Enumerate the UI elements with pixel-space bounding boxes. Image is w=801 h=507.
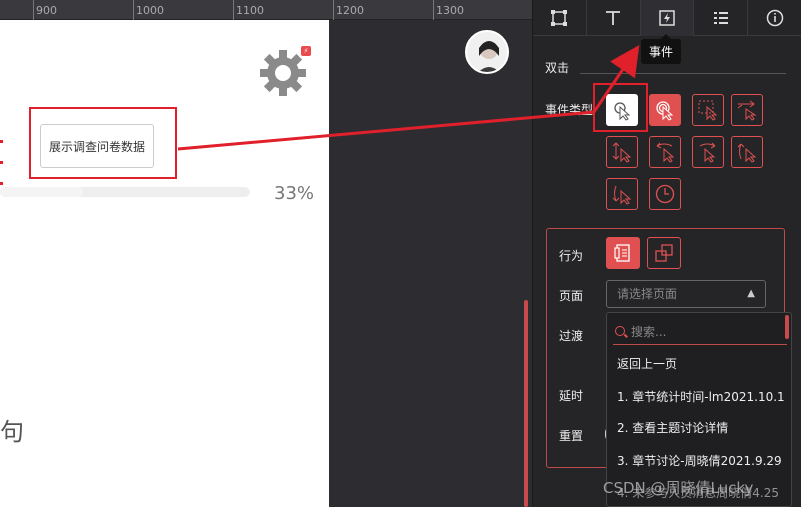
tab-text[interactable] (587, 0, 641, 36)
panel-tabs (533, 0, 801, 36)
swipe-left-icon (656, 142, 675, 163)
delay-label: 延时 (559, 389, 584, 403)
watermark: CSDN @周晓倩Lucky (603, 479, 754, 497)
swipe-right-icon (699, 142, 716, 163)
progress-fill (0, 187, 83, 197)
popup-icon (655, 244, 673, 262)
page-select[interactable]: 请选择页面 ▲ (606, 280, 766, 308)
ruler-label: 900 (36, 4, 57, 17)
swipe-up-icon (737, 143, 757, 163)
event-type-swipe-down[interactable] (606, 178, 638, 210)
show-survey-data-button[interactable]: 展示调查问卷数据 (40, 124, 154, 168)
event-type-swipe-vertical[interactable] (606, 136, 638, 168)
event-type-label: 事件类型 (545, 103, 594, 117)
frame-icon (551, 10, 568, 26)
gear-icon[interactable] (258, 48, 308, 98)
event-type-swipe-left[interactable] (649, 136, 681, 168)
swipe-horizontal-icon (737, 100, 757, 121)
search-placeholder: 搜索... (631, 325, 667, 339)
transition-label: 过渡 (559, 329, 584, 343)
tab-list[interactable] (694, 0, 749, 36)
page-icon (614, 244, 630, 262)
text-icon (606, 11, 621, 25)
highlight-box (593, 83, 648, 132)
hover-cursor-icon (698, 100, 718, 121)
tab-info[interactable] (748, 0, 801, 36)
partial-text: 句 (0, 418, 24, 446)
dropdown-item[interactable]: 1. 章节统计时间-lm2021.10.1 (617, 388, 785, 405)
bolt-icon (659, 10, 675, 26)
ruler-label: 1300 (436, 4, 464, 17)
tab-tooltip: 事件 (641, 34, 682, 64)
event-type-hover[interactable] (692, 94, 724, 126)
reset-label: 重置 (559, 429, 584, 443)
tab-event[interactable] (640, 0, 695, 36)
event-type-swipe-right[interactable] (692, 136, 724, 168)
dropdown-item[interactable]: 返回上一页 (617, 355, 677, 372)
event-type-swipe-up[interactable] (731, 136, 763, 168)
swipe-vertical-icon (612, 142, 632, 163)
progress-percent: 33% (274, 183, 315, 204)
event-badge-icon: ⚡ (301, 46, 311, 56)
trigger-label: 双击 (545, 61, 570, 75)
clock-icon (655, 184, 675, 204)
info-icon (766, 9, 784, 27)
event-type-double-click[interactable] (649, 94, 681, 126)
action-label: 行为 (559, 249, 584, 263)
ruler-label: 1200 (336, 4, 364, 17)
page-select-placeholder: 请选择页面 (617, 287, 678, 301)
dropdown-item[interactable]: 2. 查看主题讨论详情 (617, 419, 728, 436)
search-icon (615, 326, 625, 336)
progress-bar (0, 187, 250, 197)
canvas-scrollbar[interactable] (524, 300, 528, 507)
dropdown-item[interactable]: 3. 章节讨论-周晓倩2021.9.29 (617, 452, 782, 469)
list-icon (713, 12, 728, 24)
canvas-area: 900 1000 1100 1200 1300 ⚡ 展示调查问卷数据 33% 句 (0, 0, 532, 507)
chevron-up-icon: ▲ (747, 288, 755, 299)
design-page[interactable]: ⚡ 展示调查问卷数据 33% 句 (0, 20, 329, 507)
swipe-down-icon (612, 185, 632, 205)
action-jump-page-button[interactable] (606, 237, 640, 269)
dropdown-scrollbar[interactable] (785, 315, 789, 339)
avatar[interactable] (465, 30, 509, 74)
horizontal-ruler: 900 1000 1100 1200 1300 (0, 0, 532, 20)
ruler-label: 1100 (236, 4, 264, 17)
event-type-timer[interactable] (649, 178, 681, 210)
tab-frame[interactable] (533, 0, 587, 36)
divider (580, 73, 786, 74)
dropdown-search-input[interactable]: 搜索... (613, 319, 787, 345)
double-click-cursor-icon (656, 101, 674, 121)
page-label: 页面 (559, 289, 584, 303)
action-popup-button[interactable] (647, 237, 681, 269)
event-type-swipe-horizontal[interactable] (731, 94, 763, 126)
ruler-label: 1000 (136, 4, 164, 17)
